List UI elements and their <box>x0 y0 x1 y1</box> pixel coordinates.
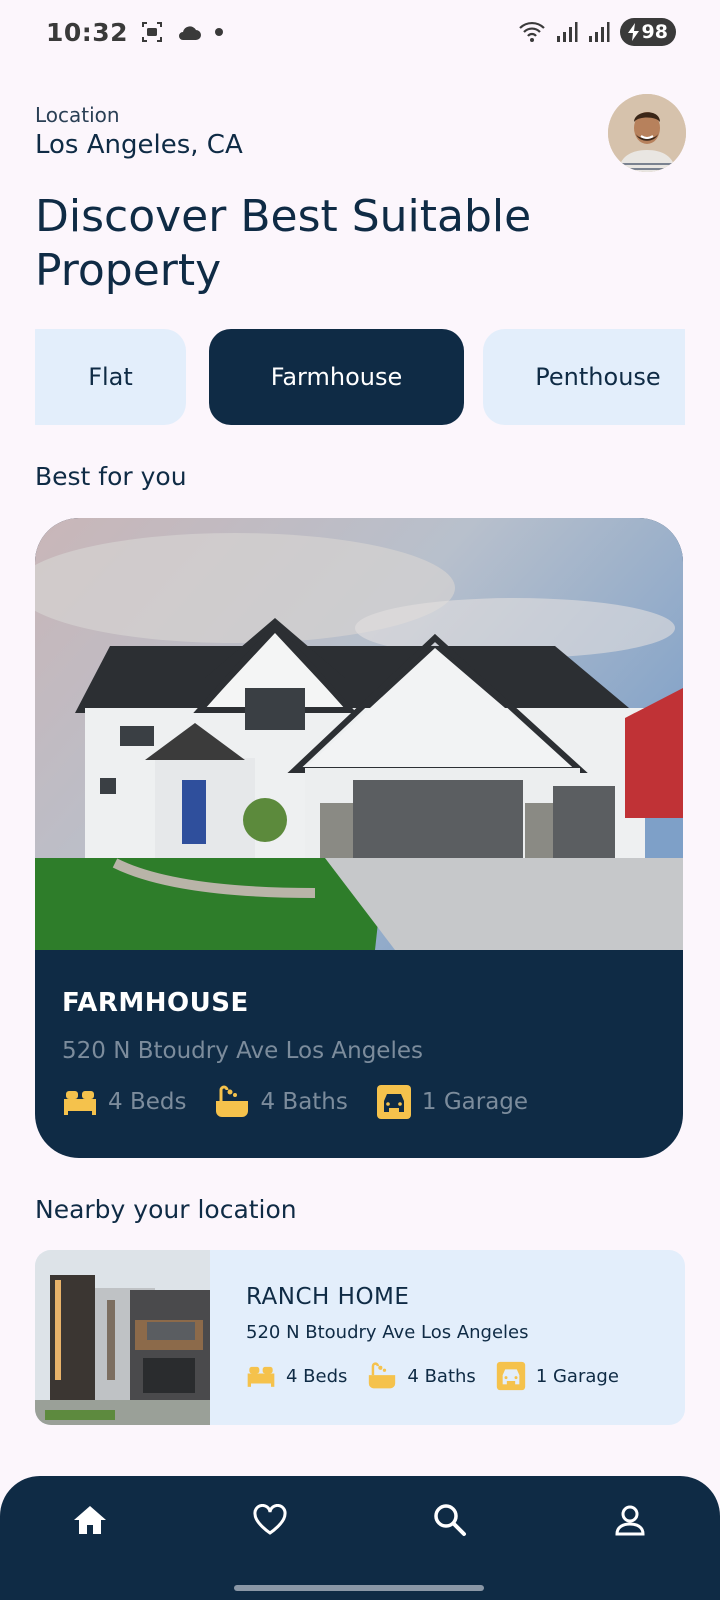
garage-icon <box>496 1361 525 1391</box>
category-tabs: Flat Farmhouse Penthouse <box>35 329 685 425</box>
amenity-baths: 4 Baths <box>367 1362 476 1390</box>
nearby-property-name: RANCH HOME <box>246 1284 410 1310</box>
nearby-property-info: RANCH HOME 520 N Btoudry Ave Los Angeles… <box>246 1284 639 1391</box>
nearby-property-amenities: 4 Beds 4 Baths 1 Garage <box>246 1361 639 1391</box>
status-bar: 10:32 98 <box>0 0 720 64</box>
nearby-property-photo <box>35 1250 210 1425</box>
amenity-garage-label: 1 Garage <box>421 1089 529 1115</box>
nearby-property-address: 520 N Btoudry Ave Los Angeles <box>246 1322 529 1343</box>
bed-icon <box>64 1091 96 1115</box>
bottom-navigation <box>0 1476 720 1600</box>
profile-icon <box>615 1505 645 1536</box>
wifi-icon <box>518 21 545 42</box>
amenity-beds-label: 4 Beds <box>286 1365 348 1387</box>
screenshot-icon <box>142 22 163 42</box>
search-icon <box>434 1504 466 1536</box>
amenity-beds: 4 Beds <box>62 1089 186 1115</box>
amenity-beds-label: 4 Beds <box>108 1089 187 1115</box>
status-time: 10:32 <box>46 17 129 47</box>
category-tab-farmhouse[interactable]: Farmhouse <box>209 329 464 425</box>
amenity-beds: 4 Beds <box>246 1365 347 1387</box>
cloud-icon <box>179 26 202 40</box>
avatar[interactable] <box>608 94 686 172</box>
property-photo <box>35 518 683 950</box>
home-icon <box>74 1506 106 1534</box>
battery-indicator: 98 <box>619 18 676 46</box>
featured-property-info: FARMHOUSE 520 N Btoudry Ave Los Angeles … <box>62 988 556 1120</box>
featured-property-card[interactable]: FARMHOUSE 520 N Btoudry Ave Los Angeles … <box>35 518 683 1158</box>
amenity-garage: 1 Garage <box>376 1084 528 1120</box>
avatar-photo <box>608 94 686 172</box>
nav-search[interactable] <box>428 1498 472 1542</box>
amenity-baths-label: 4 Baths <box>407 1365 476 1387</box>
signal-icon <box>556 22 578 42</box>
battery-level: 98 <box>641 21 668 43</box>
nearby-property-card[interactable]: RANCH HOME 520 N Btoudry Ave Los Angeles… <box>35 1250 685 1425</box>
property-address: 520 N Btoudry Ave Los Angeles <box>62 1038 423 1064</box>
location-label: Location <box>35 103 120 127</box>
bed-icon <box>247 1366 275 1387</box>
bathtub-icon <box>216 1085 249 1117</box>
dot-icon <box>215 28 224 36</box>
nav-home[interactable] <box>68 1498 112 1542</box>
nav-profile[interactable] <box>608 1498 652 1542</box>
category-tab-label: Farmhouse <box>270 363 403 391</box>
nearby-section-title: Nearby your location <box>35 1195 297 1224</box>
garage-icon <box>376 1085 411 1119</box>
location-value[interactable]: Los Angeles, CA <box>35 130 243 160</box>
category-tab-flat[interactable]: Flat <box>35 329 186 425</box>
heart-icon <box>253 1504 287 1535</box>
property-name: FARMHOUSE <box>62 988 249 1018</box>
page-title: Discover Best Suitable Property <box>35 191 532 296</box>
category-tab-penthouse[interactable]: Penthouse <box>483 329 685 425</box>
charging-icon <box>627 23 639 41</box>
best-section-title: Best for you <box>35 462 187 491</box>
bathtub-icon <box>369 1362 396 1389</box>
nav-favorites[interactable] <box>248 1498 292 1542</box>
property-amenities: 4 Beds 4 Baths 1 Garage <box>62 1084 556 1120</box>
category-tab-label: Penthouse <box>535 363 661 391</box>
amenity-baths-label: 4 Baths <box>260 1089 348 1115</box>
amenity-garage-label: 1 Garage <box>535 1365 619 1387</box>
home-indicator[interactable] <box>234 1585 484 1591</box>
category-tab-label: Flat <box>88 363 133 391</box>
amenity-garage: 1 Garage <box>496 1361 619 1391</box>
signal-icon-2 <box>588 22 610 42</box>
amenity-baths: 4 Baths <box>214 1085 348 1119</box>
